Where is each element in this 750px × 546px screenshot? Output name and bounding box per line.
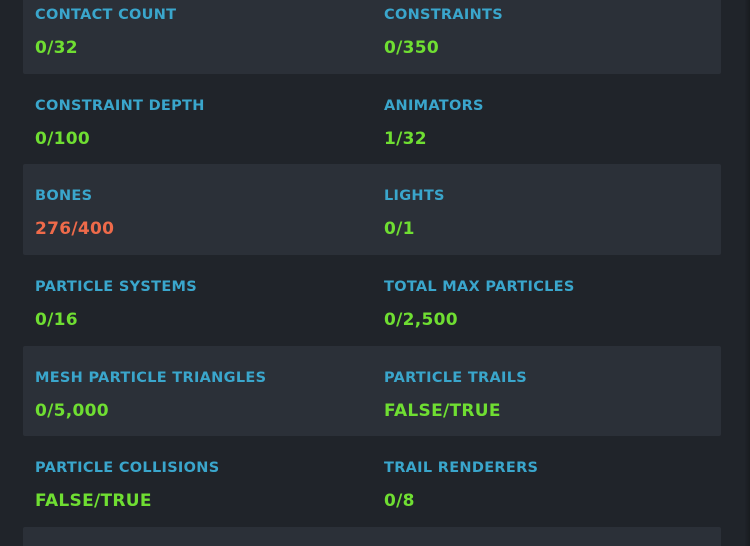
stat-particle-systems: PARTICLE SYSTEMS 0/16 [23,255,384,346]
stat-value: 0/350 [384,38,440,58]
stats-row-mesh-trails: MESH PARTICLE TRIANGLES 0/5,000 PARTICLE… [23,345,721,437]
stats-row-collisions-renderers: PARTICLE COLLISIONS FALSE/TRUE TRAIL REN… [23,436,721,527]
stat-label: TOTAL MAX PARTICLES [384,279,575,296]
stat-value: 0/2,500 [384,310,458,331]
stat-value: 0/16 [35,310,78,331]
stat-trail-renderers: TRAIL RENDERERS 0/8 [384,436,721,527]
performance-stats-panel: CONTACT COUNT 0/32 CONSTRAINTS 0/350 CON… [0,0,750,546]
stats-row-cut-off [23,527,721,546]
stat-value: 0/100 [35,128,91,149]
stat-label: PARTICLE TRAILS [384,369,528,386]
stat-value: 0/32 [35,38,78,58]
stat-value: 0/5,000 [35,400,109,421]
stat-value: FALSE/TRUE [384,400,501,421]
stat-value: 0/8 [384,491,415,512]
stat-lights: LIGHTS 0/1 [384,164,721,255]
stat-label: LIGHTS [384,188,445,205]
stat-constraints: CONSTRAINTS 0/350 [384,0,721,74]
stat-particle-trails: PARTICLE TRAILS FALSE/TRUE [384,346,721,437]
stat-particle-collisions: PARTICLE COLLISIONS FALSE/TRUE [23,436,384,527]
stat-total-max-particles: TOTAL MAX PARTICLES 0/2,500 [384,255,721,346]
stat-value: 1/32 [384,128,427,149]
stats-list: CONTACT COUNT 0/32 CONSTRAINTS 0/350 CON… [23,0,721,546]
stat-value-warning: 276/400 [35,219,115,240]
panel-edge-shadow [744,0,750,546]
stat-label: PARTICLE SYSTEMS [35,279,198,296]
stat-label: ANIMATORS [384,97,484,114]
stat-mesh-particle-triangles: MESH PARTICLE TRIANGLES 0/5,000 [23,346,384,437]
stat-label: TRAIL RENDERERS [384,460,539,477]
stats-row-contact-constraints: CONTACT COUNT 0/32 CONSTRAINTS 0/350 [23,0,721,74]
stat-constraint-depth: CONSTRAINT DEPTH 0/100 [23,74,384,165]
stat-contact-count: CONTACT COUNT 0/32 [23,0,384,74]
stats-row-particles: PARTICLE SYSTEMS 0/16 TOTAL MAX PARTICLE… [23,255,721,346]
stat-label: CONSTRAINT DEPTH [35,97,205,114]
stat-label: PARTICLE COLLISIONS [35,460,220,477]
stats-row-bones-lights: BONES 276/400 LIGHTS 0/1 [23,164,721,256]
stats-row-depth-animators: CONSTRAINT DEPTH 0/100 ANIMATORS 1/32 [23,74,721,165]
stat-animators: ANIMATORS 1/32 [384,74,721,165]
stat-label: MESH PARTICLE TRIANGLES [35,369,267,386]
stat-value: 0/1 [384,219,415,240]
stat-label: BONES [35,188,93,205]
stat-label: CONTACT COUNT [35,7,177,23]
stat-label: CONSTRAINTS [384,7,503,23]
stat-value: FALSE/TRUE [35,491,152,512]
stat-bones: BONES 276/400 [23,164,384,255]
